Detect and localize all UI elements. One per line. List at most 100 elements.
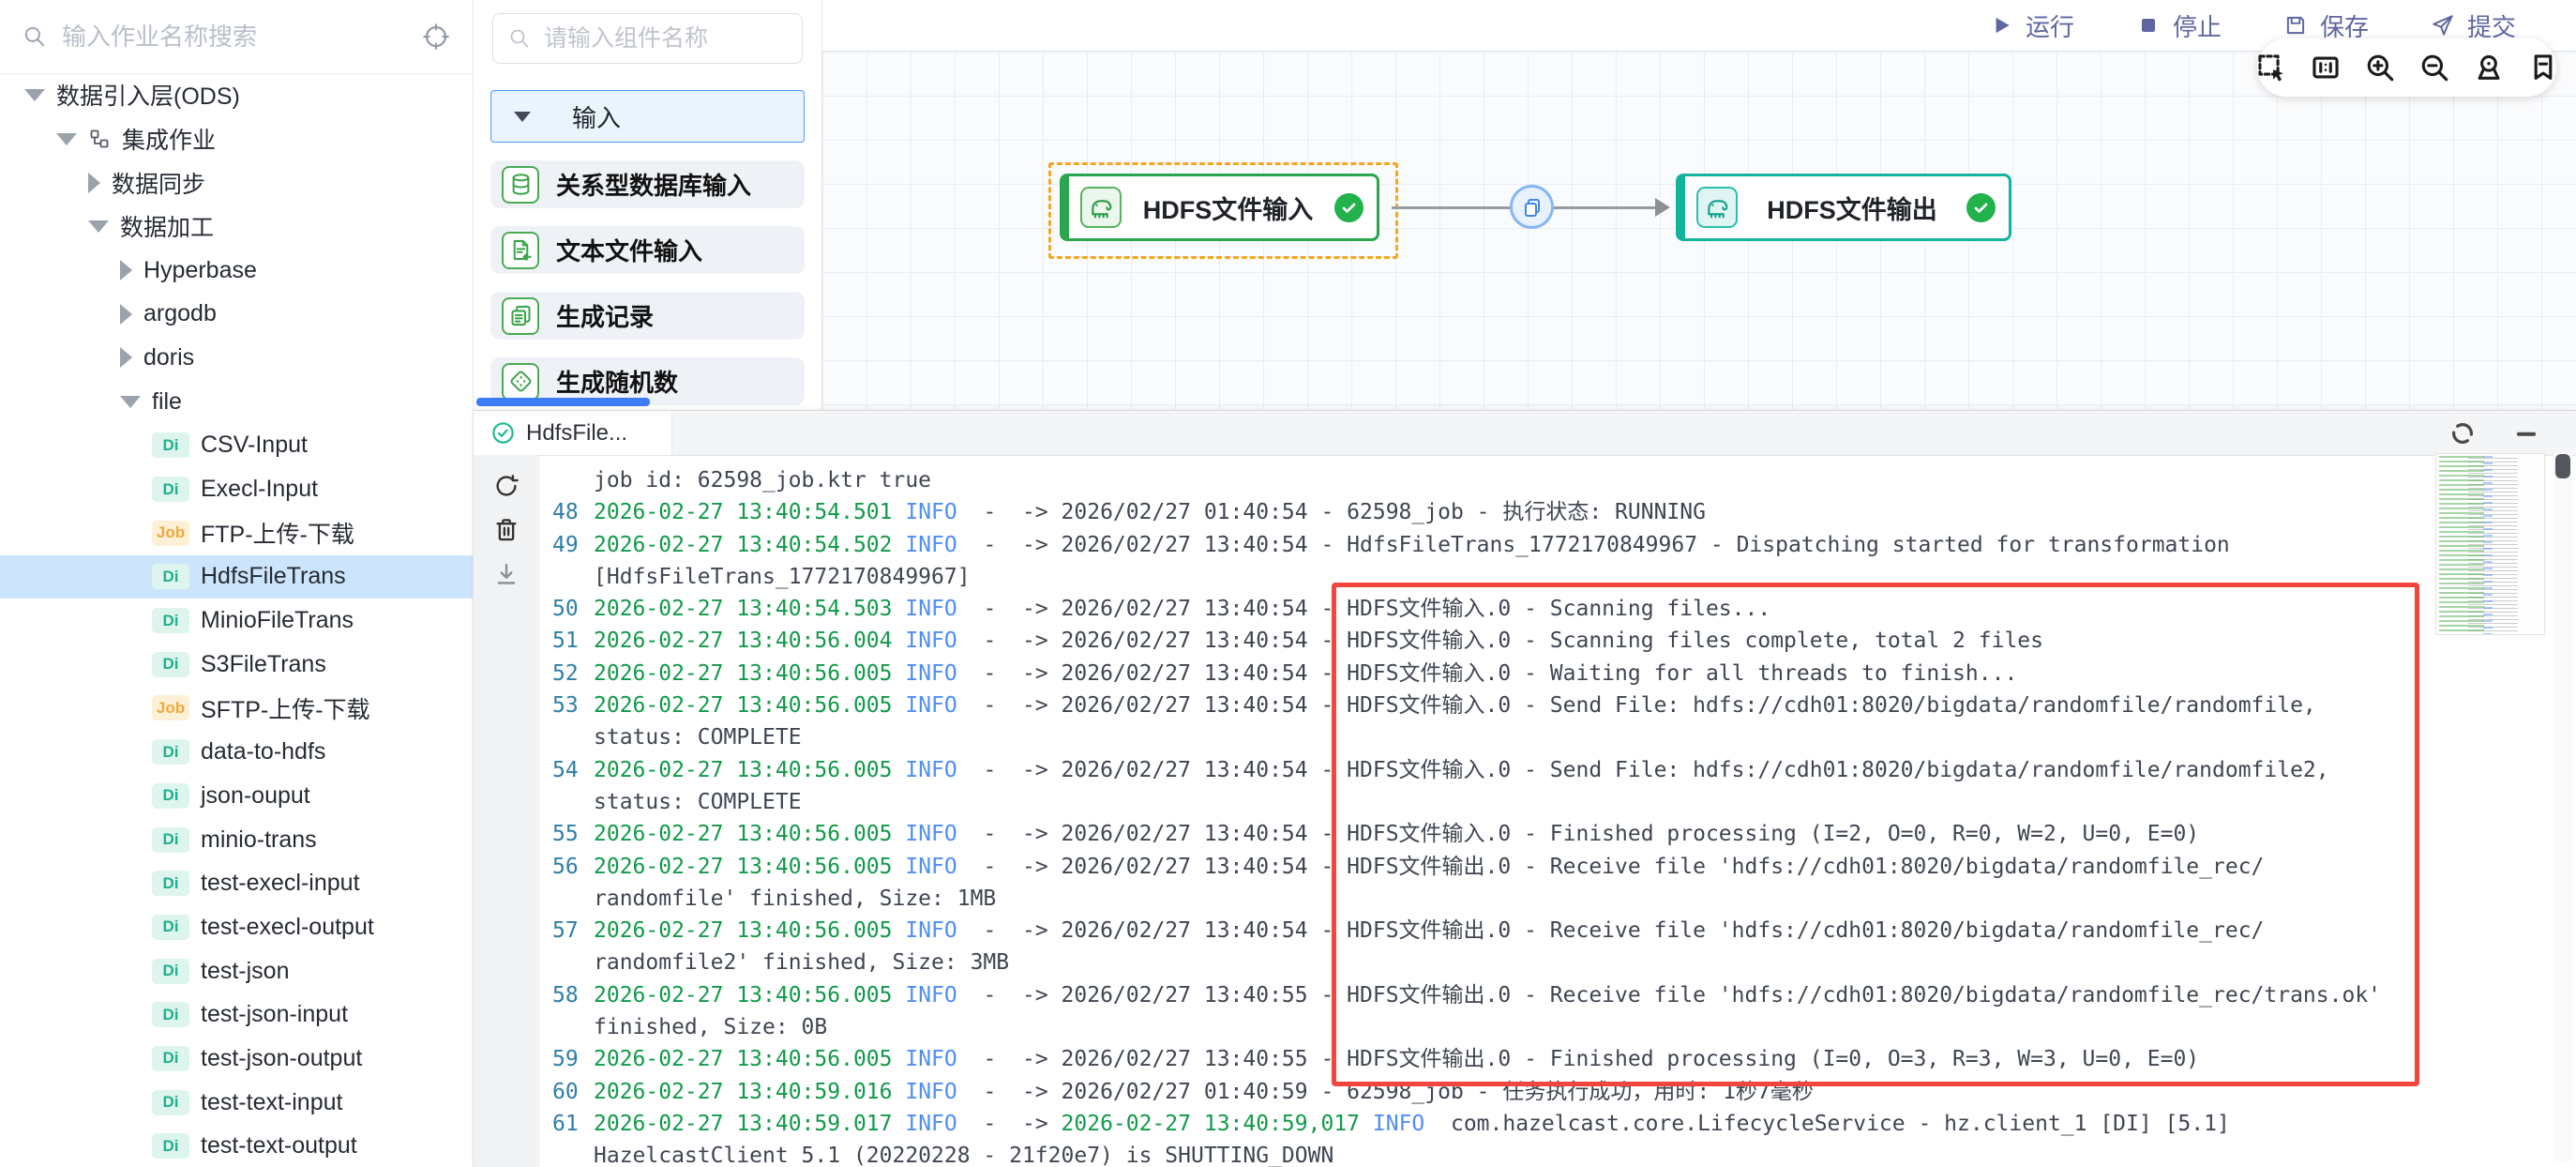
log-line-wrap: finished, Size: 0B — [552, 1011, 2576, 1043]
collapse-arrow-icon[interactable] — [88, 173, 100, 193]
collapse-arrow-icon[interactable] — [120, 347, 132, 368]
tree-item-file[interactable]: file — [0, 380, 473, 424]
log-line-49: 492026-02-27 13:40:54.502 INFO - -> 2026… — [552, 529, 2576, 561]
tree-item-MinioFileTrans[interactable]: DiMinioFileTrans — [0, 599, 473, 643]
log-tab-hdfsfile[interactable]: HdfsFile... — [474, 411, 672, 455]
tree-item-test-json-input[interactable]: Ditest-json-input — [0, 993, 473, 1037]
component-list: 关系型数据库输入文本文件输入生成记录生成随机数 — [474, 160, 821, 405]
log-scrollbar-track[interactable] — [2553, 453, 2572, 1161]
edge-arrowhead — [1655, 198, 1670, 217]
tree-item-label: 集成作业 — [122, 122, 216, 156]
tree-item-SFTP-上传-下载[interactable]: JobSFTP-上传-下载 — [0, 687, 473, 731]
tree-item-test-execl-input[interactable]: Ditest-execl-input — [0, 861, 473, 905]
tree-item-doris[interactable]: doris — [0, 336, 473, 380]
bookmark-icon[interactable] — [2527, 52, 2559, 83]
tree-item-label: test-text-input — [201, 1089, 342, 1116]
button-label: 保存 — [2320, 8, 2369, 43]
log-scrollbar-thumb[interactable] — [2555, 454, 2570, 478]
di-badge: Di — [152, 652, 189, 677]
component-label: 生成随机数 — [556, 364, 678, 399]
tree-item-data-to-hdfs[interactable]: Didata-to-hdfs — [0, 730, 473, 774]
di-badge: Di — [152, 827, 189, 853]
check-icon — [1334, 193, 1363, 222]
node-hdfs-output[interactable]: HDFS文件输出 — [1676, 174, 2011, 241]
node-label: HDFS文件输出 — [1751, 189, 1953, 226]
log-line-53: 532026-02-27 13:40:56.005 INFO - -> 2026… — [552, 690, 2576, 721]
log-minimap[interactable] — [2435, 453, 2545, 635]
tree-item-HdfsFileTrans[interactable]: DiHdfsFileTrans — [0, 555, 473, 599]
tree-item-label: SFTP-上传-下载 — [201, 691, 370, 725]
expand-arrow-icon[interactable] — [88, 220, 109, 233]
tree-item-test-json[interactable]: Ditest-json — [0, 949, 473, 993]
horizontal-scrollbar[interactable] — [476, 398, 650, 406]
marquee-select-icon[interactable] — [2255, 52, 2287, 83]
component-search-input[interactable] — [542, 24, 787, 53]
log-line-56: 562026-02-27 13:40:56.005 INFO - -> 2026… — [552, 851, 2576, 883]
log-action-strip — [474, 455, 539, 1167]
tree-item-label: argodb — [143, 300, 217, 327]
component-group-input[interactable]: 输入 — [490, 90, 805, 143]
tree-item-test-json-output[interactable]: Ditest-json-output — [0, 1037, 473, 1081]
node-hdfs-input[interactable]: HDFS文件输入 — [1060, 174, 1379, 241]
component-生成记录[interactable]: 生成记录 — [490, 292, 805, 340]
tree-item-S3FileTrans[interactable]: DiS3FileTrans — [0, 643, 473, 687]
tree-item-test-text-output[interactable]: Ditest-text-output — [0, 1125, 473, 1167]
tree-item-CSV-Input[interactable]: DiCSV-Input — [0, 424, 473, 468]
tree-item-label: test-execl-output — [201, 914, 374, 941]
flow-canvas[interactable]: 运行停止保存提交 HDFS文件输入 HDFS — [822, 0, 2576, 410]
tree-item-test-text-input[interactable]: Ditest-text-input — [0, 1081, 473, 1125]
submit-button[interactable]: 提交 — [2431, 8, 2516, 43]
dice-icon — [502, 363, 539, 401]
sync-icon[interactable] — [2448, 419, 2477, 447]
crosshair-icon[interactable] — [422, 23, 450, 51]
component-文本文件输入[interactable]: 文本文件输入 — [490, 226, 805, 274]
collapse-arrow-icon[interactable] — [120, 260, 132, 280]
log-line-wrap: [HdfsFileTrans_1772170849967] — [552, 561, 2576, 593]
tree-item-label: test-text-output — [201, 1132, 357, 1159]
refresh-icon[interactable] — [492, 472, 520, 500]
job-tree-panel: 数据引入层(ODS) 集成作业数据同步数据加工 Hyperbase argodb dor… — [0, 0, 474, 1167]
locate-pin-icon[interactable] — [2473, 52, 2505, 83]
expand-arrow-icon[interactable] — [56, 133, 77, 145]
tree-item-FTP-上传-下载[interactable]: JobFTP-上传-下载 — [0, 511, 473, 555]
expand-arrow-icon[interactable] — [24, 89, 45, 101]
log-output[interactable]: job id: 62598_job.ktr true482026-02-27 1… — [539, 455, 2576, 1167]
component-关系型数据库输入[interactable]: 关系型数据库输入 — [490, 160, 805, 208]
tree-item-Hyperbase[interactable]: Hyperbase — [0, 249, 473, 293]
component-label: 文本文件输入 — [556, 233, 702, 267]
collapse-arrow-icon[interactable] — [120, 304, 132, 325]
component-palette: 输入 关系型数据库输入文本文件输入生成记录生成随机数 — [474, 0, 822, 410]
tree-item-json-ouput[interactable]: Dijson-ouput — [0, 774, 473, 818]
zoom-out-icon[interactable] — [2418, 52, 2450, 83]
tree-item-test-execl-output[interactable]: Ditest-execl-output — [0, 905, 473, 949]
tree-item-label: test-json-output — [201, 1045, 362, 1072]
tree-item-minio-trans[interactable]: Diminio-trans — [0, 818, 473, 862]
di-badge: Di — [152, 608, 189, 633]
stop-button[interactable]: 停止 — [2136, 8, 2222, 43]
copy-step-icon[interactable] — [1510, 185, 1554, 229]
run-button[interactable]: 运行 — [1989, 8, 2074, 43]
component-label: 关系型数据库输入 — [556, 167, 751, 202]
search-icon — [508, 27, 531, 50]
stop-icon — [2136, 13, 2161, 38]
tree-item-数据同步[interactable]: 数据同步 — [0, 160, 473, 205]
tree-item-数据引入层(ODS)[interactable]: 数据引入层(ODS) — [0, 73, 473, 117]
minimap-icon[interactable] — [2310, 52, 2342, 83]
tree-item-集成作业[interactable]: 集成作业 — [0, 117, 473, 161]
download-icon[interactable] — [492, 560, 520, 588]
tree-item-数据加工[interactable]: 数据加工 — [0, 205, 473, 249]
tree-item-label: 数据引入层(ODS) — [56, 78, 240, 112]
trash-icon[interactable] — [492, 516, 520, 544]
save-button[interactable]: 保存 — [2283, 8, 2369, 43]
job-search-input[interactable] — [60, 22, 409, 53]
tree-item-Execl-Input[interactable]: DiExecl-Input — [0, 467, 473, 511]
expand-arrow-icon[interactable] — [120, 396, 141, 408]
minimize-icon[interactable] — [2512, 419, 2540, 447]
text-file-input-icon — [502, 232, 539, 269]
zoom-in-icon[interactable] — [2364, 52, 2396, 83]
tree-item-argodb[interactable]: argodb — [0, 292, 473, 336]
tree-item-label: Hyperbase — [143, 257, 257, 284]
log-line-wrap: randomfile2' finished, Size: 3MB — [552, 947, 2576, 978]
log-line-58: 582026-02-27 13:40:56.005 INFO - -> 2026… — [552, 979, 2576, 1011]
tree-item-label: FTP-上传-下载 — [201, 516, 354, 550]
